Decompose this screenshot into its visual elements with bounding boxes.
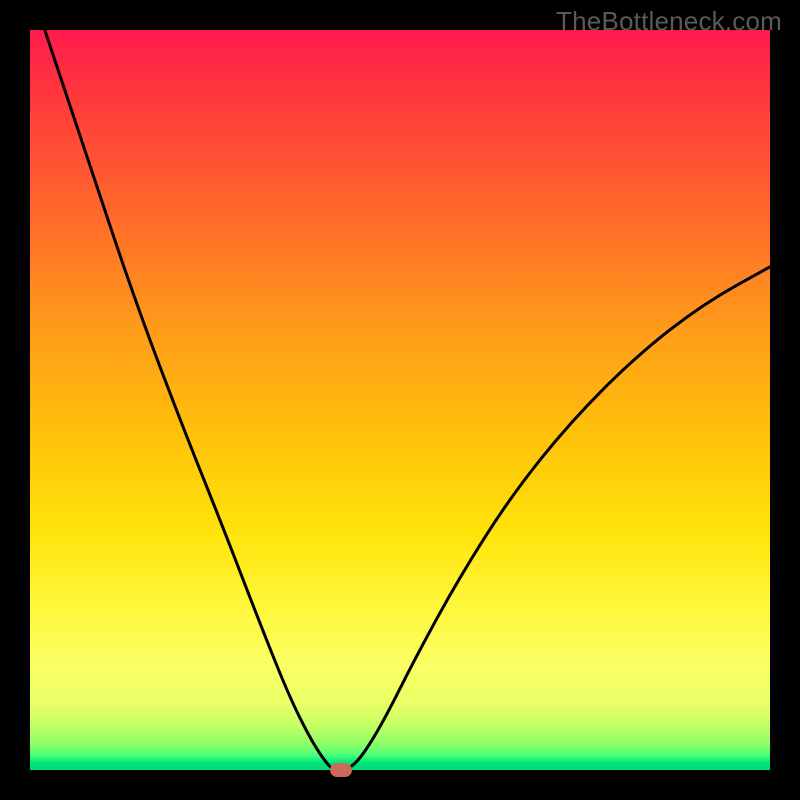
plot-area (30, 30, 770, 770)
watermark-text: TheBottleneck.com (556, 6, 782, 37)
curve-svg (30, 30, 770, 770)
chart-container: TheBottleneck.com (0, 0, 800, 800)
optimal-point-marker (330, 763, 352, 777)
bottleneck-curve-path (45, 30, 770, 770)
